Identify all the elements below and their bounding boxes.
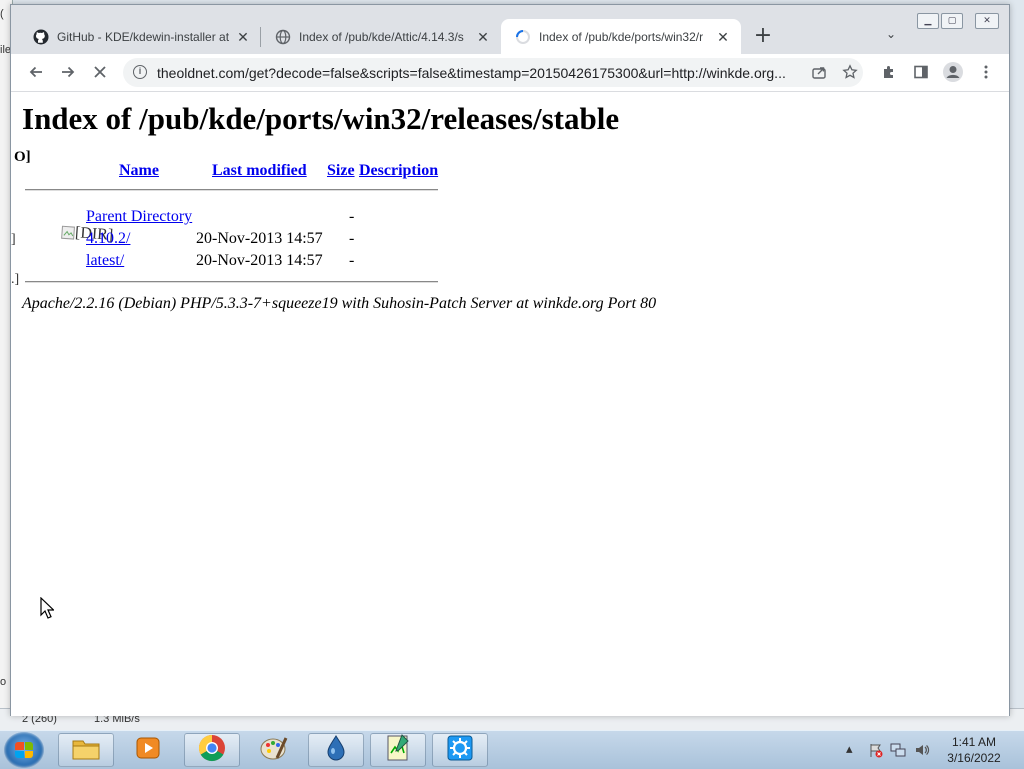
tab-github[interactable]: GitHub - KDE/kdewin-installer at ✕ xyxy=(19,19,261,54)
back-button[interactable] xyxy=(24,60,48,84)
system-tray: ▴ 1:41 AM 3/16/2022 xyxy=(842,731,1024,769)
column-header-name[interactable]: Name xyxy=(119,162,159,180)
background-fragment: o xyxy=(0,676,7,688)
paint-icon xyxy=(259,734,289,766)
broken-image-fragment: .] xyxy=(11,272,20,287)
profile-avatar-icon[interactable] xyxy=(941,60,965,84)
last-modified-cell: 20-Nov-2013 14:57 xyxy=(196,230,323,247)
chrome-icon xyxy=(197,733,227,767)
extensions-puzzle-icon[interactable] xyxy=(877,60,901,84)
start-button[interactable] xyxy=(4,732,44,768)
forward-button[interactable] xyxy=(56,60,80,84)
tab-win32-stable-index[interactable]: Index of /pub/kde/ports/win32/r ✕ xyxy=(501,19,741,54)
tab-title: GitHub - KDE/kdewin-installer at xyxy=(57,29,229,44)
broken-image-fragment: ] xyxy=(11,232,16,247)
taskbar-chrome-button[interactable] xyxy=(184,733,240,767)
tab-search-chevron-icon[interactable]: ⌄ xyxy=(881,27,901,47)
close-tab-icon[interactable]: ✕ xyxy=(715,29,731,45)
bookmark-star-icon[interactable] xyxy=(838,60,862,84)
network-icon[interactable] xyxy=(890,742,906,761)
side-panel-icon[interactable] xyxy=(909,60,933,84)
close-window-button[interactable]: ✕ xyxy=(975,13,999,29)
page-title: Index of /pub/kde/ports/win32/releases/s… xyxy=(22,101,620,136)
maximize-button[interactable]: ▢ xyxy=(941,13,963,29)
last-modified-cell: 20-Nov-2013 14:57 xyxy=(196,252,323,269)
loading-spinner-icon xyxy=(515,29,531,45)
size-cell: - xyxy=(349,208,355,225)
close-tab-icon[interactable]: ✕ xyxy=(475,29,491,45)
taskbar-notepad-button[interactable] xyxy=(370,733,426,767)
share-icon[interactable] xyxy=(807,60,831,84)
notepad-icon xyxy=(384,733,412,767)
taskbar-explorer-button[interactable] xyxy=(58,733,114,767)
globe-icon xyxy=(275,29,291,45)
clock-date: 3/16/2022 xyxy=(947,751,1001,765)
footer-divider xyxy=(25,281,438,283)
system-clock[interactable]: 1:41 AM 3/16/2022 xyxy=(938,734,1010,766)
directory-link[interactable]: 4.10.2/ xyxy=(86,230,130,248)
column-header-size[interactable]: Size xyxy=(327,162,355,180)
column-header-description[interactable]: Description xyxy=(359,162,438,180)
new-tab-button[interactable]: + xyxy=(751,25,775,49)
stop-loading-button[interactable] xyxy=(88,60,112,84)
size-cell: - xyxy=(349,252,355,269)
media-player-icon xyxy=(134,734,162,766)
server-signature: Apache/2.2.16 (Debian) PHP/5.3.3-7+squee… xyxy=(22,295,657,312)
windows-taskbar: ▴ 1:41 AM 3/16/2022 xyxy=(0,730,1024,769)
browser-toolbar: i theoldnet.com/get?decode=false&scripts… xyxy=(11,54,1009,92)
web-page-content: Index of /pub/kde/ports/win32/releases/s… xyxy=(11,92,1009,716)
mouse-cursor-icon xyxy=(40,596,55,624)
size-cell: - xyxy=(349,230,355,247)
taskbar-droplet-app-button[interactable] xyxy=(308,733,364,767)
browser-window: GitHub - KDE/kdewin-installer at ✕ Index… xyxy=(10,4,1010,716)
minimize-button[interactable]: ▁ xyxy=(917,13,939,29)
kde-icon xyxy=(446,734,474,766)
tab-title: Index of /pub/kde/Attic/4.14.3/s xyxy=(299,29,464,44)
broken-image-fragment: O] xyxy=(14,149,31,165)
droplet-icon xyxy=(324,734,348,766)
tab-attic-index[interactable]: Index of /pub/kde/Attic/4.14.3/s ✕ xyxy=(261,19,501,54)
tab-title: Index of /pub/kde/ports/win32/r xyxy=(539,29,704,44)
close-tab-icon[interactable]: ✕ xyxy=(235,29,251,45)
site-info-icon[interactable]: i xyxy=(133,65,147,79)
header-divider xyxy=(25,189,438,191)
clock-time: 1:41 AM xyxy=(951,735,997,749)
background-fragment: ( xyxy=(0,8,4,20)
action-center-flag-icon[interactable] xyxy=(868,742,884,761)
column-header-last-modified[interactable]: Last modified xyxy=(212,162,307,180)
tab-strip: GitHub - KDE/kdewin-installer at ✕ Index… xyxy=(11,5,1009,54)
taskbar-kde-button[interactable] xyxy=(432,733,488,767)
windows-logo-icon xyxy=(15,742,33,758)
explorer-icon xyxy=(71,735,101,765)
url-text[interactable]: theoldnet.com/get?decode=false&scripts=f… xyxy=(157,65,797,81)
show-hidden-icons-chevron-icon[interactable]: ▴ xyxy=(846,741,853,757)
chrome-menu-icon[interactable] xyxy=(974,60,998,84)
taskbar-paint-button[interactable] xyxy=(246,733,302,767)
address-bar[interactable]: i theoldnet.com/get?decode=false&scripts… xyxy=(123,58,863,87)
taskbar-media-player-button[interactable] xyxy=(120,733,176,767)
parent-directory-link[interactable]: Parent Directory xyxy=(86,208,192,226)
directory-link[interactable]: latest/ xyxy=(86,252,124,270)
volume-icon[interactable] xyxy=(914,742,930,761)
github-icon xyxy=(33,29,49,45)
